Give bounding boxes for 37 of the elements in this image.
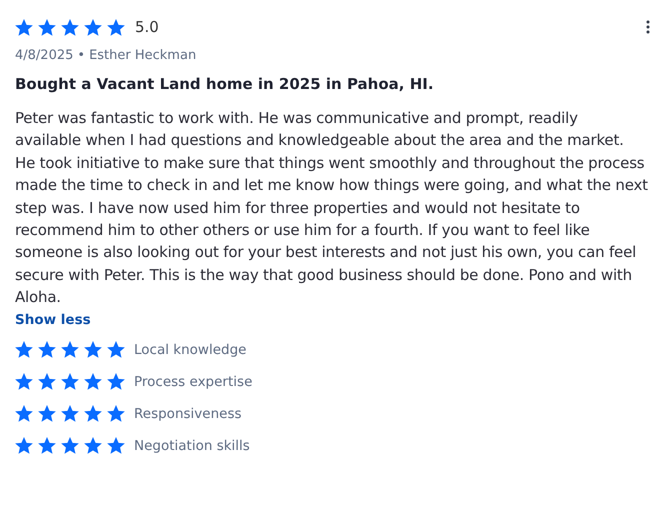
star-icon [107,373,125,390]
star-icon [84,405,102,422]
star-icon [15,373,33,390]
star-icon [107,437,125,454]
star-icon [38,405,56,422]
star-icon [61,341,79,358]
review-text: Peter was fantastic to work with. He was communicative and prompt, readily available when I had questions and knowledgeable about the area and the market. He took initiative to make sure that things went smoothly and throughout the process made the time to check in and let me know how things were going, and what the next step was. I have now used him for three properties and would not hesitate to recommend him to other others or use him for a fourth. If you want to feel like someone is also looking out for your best interests and not just his own, you can feel secure with Peter. This is the way that good business should be done. Pono and with Aloha. [15,108,648,308]
star-icon [38,437,56,454]
star-icon [107,405,125,422]
category-label: Process expertise [134,374,252,390]
show-less-link[interactable]: Show less [15,312,91,328]
star-icon [61,405,79,422]
review-date: 4/8/2025 [15,48,74,63]
star-icon [84,341,102,358]
star-icon [84,373,102,390]
more-icon [646,20,650,34]
star-icon [38,373,56,390]
star-icon [15,18,33,36]
category-label: Local knowledge [134,342,246,358]
category-label: Negotiation skills [134,438,250,454]
star-icon [15,405,33,422]
star-icon [15,341,33,358]
star-icon [107,341,125,358]
star-icon [84,18,102,36]
rating-score: 5.0 [135,18,159,36]
star-icon [61,18,79,36]
star-icon [61,437,79,454]
star-icon [107,18,125,36]
star-icon [15,437,33,454]
separator-dot: • [77,48,86,63]
review-title: Bought a Vacant Land home in 2025 in Pahoa, HI. [15,75,435,93]
star-icon [84,437,102,454]
star-icon [38,18,56,36]
star-icon [61,373,79,390]
category-label: Responsiveness [134,406,242,422]
star-icon [38,341,56,358]
reviewer-name: Esther Heckman [89,48,196,63]
